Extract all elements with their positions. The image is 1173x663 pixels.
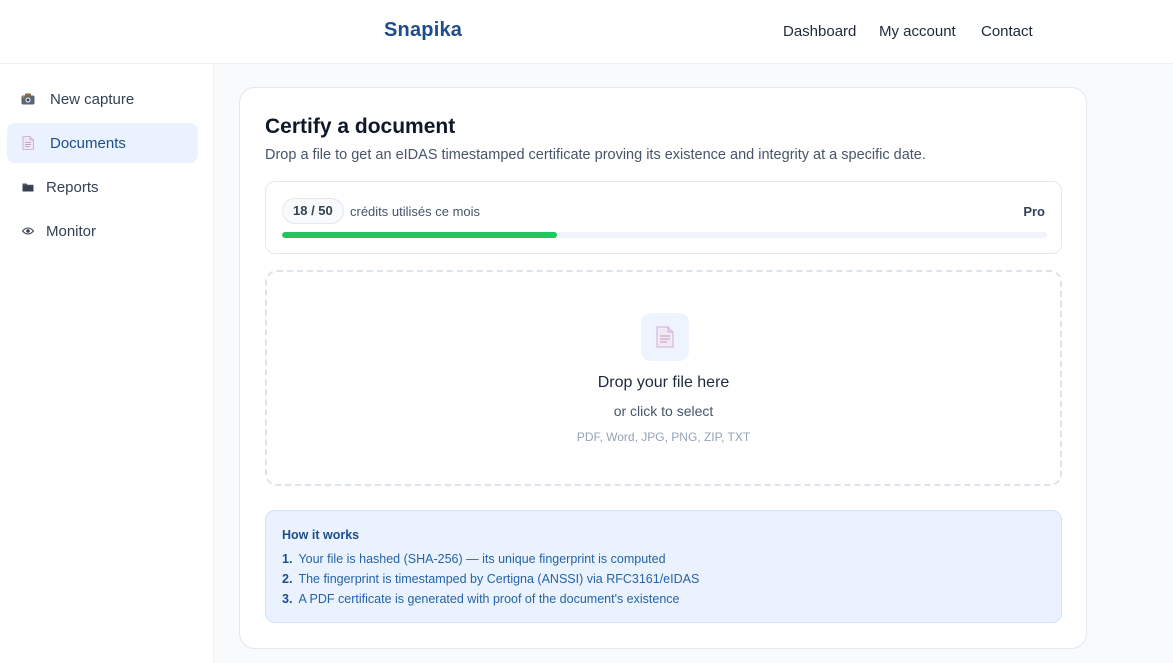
- how-step: 3. A PDF certificate is generated with pr…: [282, 592, 680, 606]
- file-dropzone[interactable]: Drop your file here or click to select P…: [265, 270, 1062, 486]
- folder-icon: [21, 180, 35, 194]
- how-it-works-title: How it works: [282, 528, 360, 542]
- eye-icon: [21, 224, 35, 238]
- app-logo[interactable]: Snapika: [384, 19, 462, 42]
- dropzone-title: Drop your file here: [597, 374, 730, 391]
- sidebar: New capture Documents Reports Monitor: [0, 64, 214, 663]
- credits-progress-bar: [282, 232, 1047, 238]
- nav-dashboard[interactable]: Dashboard: [783, 23, 856, 40]
- credits-panel: 18 / 50 crédits utilisés ce mois Pro: [265, 181, 1062, 254]
- certify-card: Certify a document Drop a file to get an…: [239, 87, 1087, 649]
- how-step: 1. Your file is hashed (SHA-256) — its un…: [282, 552, 666, 566]
- plan-badge: Pro: [1023, 204, 1045, 219]
- credits-label: crédits utilisés ce mois: [350, 204, 481, 219]
- dropzone-subtitle: or click to select: [613, 403, 714, 419]
- nav-contact[interactable]: Contact: [981, 23, 1033, 40]
- sidebar-item-label: Documents: [50, 134, 126, 152]
- how-step: 2. The fingerprint is timestamped by Cert…: [282, 572, 700, 586]
- how-it-works-panel: How it works 1. Your file is hashed (SHA-…: [265, 510, 1062, 623]
- credits-count-badge: 18 / 50: [282, 198, 344, 224]
- sidebar-item-label: New capture: [50, 90, 135, 108]
- camera-icon: [21, 92, 35, 106]
- credits-progress-fill: [282, 232, 558, 238]
- sidebar-item-label: Monitor: [46, 222, 97, 240]
- sidebar-item-monitor[interactable]: Monitor: [7, 211, 198, 251]
- dropzone-file-types: PDF, Word, JPG, PNG, ZIP, TXT: [576, 430, 751, 444]
- document-icon: [641, 313, 689, 361]
- sidebar-item-new-capture[interactable]: New capture: [7, 79, 198, 119]
- sidebar-item-reports[interactable]: Reports: [7, 167, 198, 207]
- page-subtitle: Drop a file to get an eIDAS timestamped …: [265, 147, 926, 163]
- nav-my-account[interactable]: My account: [879, 23, 956, 40]
- page-title: Certify a document: [265, 115, 456, 138]
- sidebar-item-documents[interactable]: Documents: [7, 123, 198, 163]
- sidebar-item-label: Reports: [46, 178, 99, 196]
- top-bar: Snapika Dashboard My account Contact: [0, 0, 1173, 64]
- document-icon: [21, 136, 35, 150]
